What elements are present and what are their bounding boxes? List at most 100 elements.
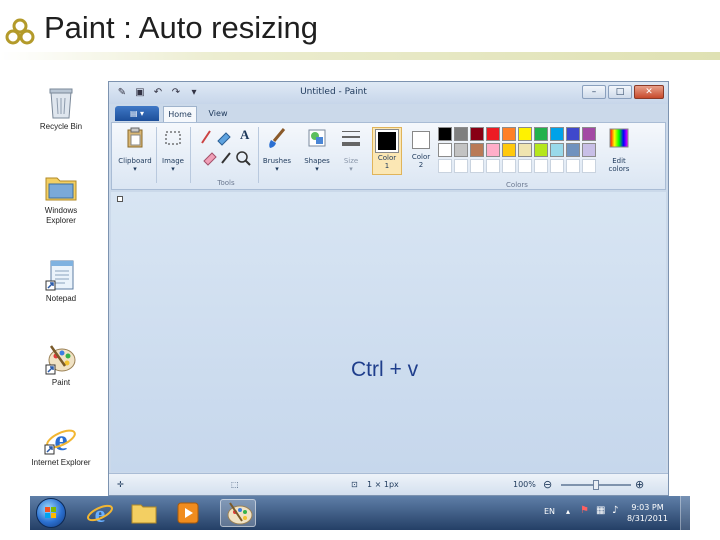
- paint-menu-button[interactable]: ▤ ▾: [115, 106, 159, 121]
- palette-swatch[interactable]: [486, 159, 500, 173]
- close-button[interactable]: ✕: [634, 85, 664, 99]
- show-desktop-button[interactable]: [680, 496, 690, 530]
- brushes-button[interactable]: Brushes ▾: [260, 127, 294, 173]
- palette-swatch[interactable]: [470, 143, 484, 157]
- clipboard-icon: [127, 127, 143, 148]
- palette-swatch[interactable]: [454, 159, 468, 173]
- palette-swatch[interactable]: [438, 159, 452, 173]
- palette-swatch[interactable]: [550, 143, 564, 157]
- folder-icon: [131, 504, 157, 524]
- shapes-button[interactable]: Shapes ▾: [300, 127, 334, 173]
- desktop-icon-recycle-bin[interactable]: Recycle Bin: [30, 86, 92, 132]
- palette-swatch[interactable]: [486, 127, 500, 141]
- palette-swatch[interactable]: [438, 127, 452, 141]
- line-size-icon: [342, 131, 360, 146]
- palette-swatch[interactable]: [454, 143, 468, 157]
- text-tool-icon[interactable]: A: [240, 127, 249, 143]
- palette-swatch[interactable]: [566, 127, 580, 141]
- desktop-icon-windows-explorer[interactable]: Windows Explorer: [30, 170, 92, 226]
- volume-icon[interactable]: ♪: [612, 505, 618, 516]
- palette-swatch[interactable]: [566, 159, 580, 173]
- taskbar-paint[interactable]: [220, 499, 256, 527]
- status-bar: ✛ ⬚ ⊡ 1 × 1px 100% ⊖ ⊕: [109, 473, 668, 495]
- slide-header: Paint : Auto resizing: [0, 0, 720, 62]
- palette-swatch[interactable]: [502, 159, 516, 173]
- title-bar[interactable]: ✎ ▣ ↶ ↷ ▾ Untitled - Paint – □ ✕: [109, 82, 668, 104]
- taskbar-media-player[interactable]: [170, 499, 206, 527]
- start-button[interactable]: [36, 498, 66, 528]
- system-tray: EN ▴ ⚑ ▦ ♪ 9:03 PM 8/31/2011: [540, 496, 690, 530]
- brush-icon: [269, 128, 286, 148]
- zoom-out-button[interactable]: ⊖: [543, 478, 552, 491]
- palette-swatch[interactable]: [582, 127, 596, 141]
- palette-swatch[interactable]: [470, 159, 484, 173]
- paint-palette-icon: [227, 502, 253, 525]
- ribbon-separator: [258, 127, 259, 183]
- palette-swatch[interactable]: [534, 159, 548, 173]
- palette-swatch[interactable]: [550, 127, 564, 141]
- palette-swatch[interactable]: [502, 127, 516, 141]
- color-2-swatch: [412, 131, 430, 149]
- trefoil-icon: [5, 18, 35, 45]
- notepad-icon: [45, 260, 74, 291]
- zoom-level: 100%: [513, 480, 536, 489]
- network-icon[interactable]: ▦: [596, 505, 605, 516]
- zoom-slider-thumb[interactable]: [593, 480, 599, 490]
- taskbar-windows-explorer[interactable]: [126, 499, 162, 527]
- palette-swatch[interactable]: [486, 143, 500, 157]
- palette-swatch[interactable]: [566, 143, 580, 157]
- window-controls: – □ ✕: [582, 85, 664, 99]
- image-dropdown-icon: ▾: [171, 165, 175, 173]
- image-button[interactable]: Image ▾: [158, 127, 188, 173]
- palette-swatch[interactable]: [582, 143, 596, 157]
- shapes-icon: [308, 129, 326, 147]
- canvas-area[interactable]: Ctrl + v: [111, 192, 666, 472]
- color-1-button[interactable]: Color 1: [372, 127, 402, 175]
- maximize-button[interactable]: □: [608, 85, 632, 99]
- action-center-icon[interactable]: ⚑: [580, 505, 589, 516]
- desktop-icon-notepad[interactable]: Notepad: [30, 258, 92, 304]
- palette-swatch[interactable]: [518, 159, 532, 173]
- tab-home[interactable]: Home: [163, 106, 197, 122]
- color-spectrum-icon: [609, 128, 629, 148]
- media-player-icon: [177, 502, 199, 524]
- selection-size-icon: ⬚: [231, 480, 239, 489]
- language-indicator[interactable]: EN: [544, 507, 555, 516]
- palette-swatch[interactable]: [518, 143, 532, 157]
- tray-expand-icon[interactable]: ▴: [566, 507, 570, 516]
- palette-swatch[interactable]: [470, 127, 484, 141]
- shapes-dropdown-icon: ▾: [315, 165, 319, 173]
- palette-swatch[interactable]: [438, 143, 452, 157]
- ribbon-separator: [190, 127, 191, 183]
- title-underline: [0, 52, 720, 60]
- palette-swatch[interactable]: [534, 127, 548, 141]
- color-2-button[interactable]: Color 2: [406, 127, 436, 169]
- svg-text:e: e: [54, 424, 67, 456]
- brushes-dropdown-icon: ▾: [275, 165, 279, 173]
- edit-colors-button[interactable]: Edit colors: [602, 127, 636, 173]
- desktop-icon-paint[interactable]: Paint: [30, 342, 92, 388]
- palette-swatch[interactable]: [582, 159, 596, 173]
- desktop: Recycle Bin Windows Explorer Notepad Pai…: [30, 78, 108, 496]
- clock[interactable]: 9:03 PM 8/31/2011: [627, 502, 668, 524]
- size-dropdown-icon: ▾: [349, 165, 353, 173]
- taskbar-internet-explorer[interactable]: e: [82, 499, 118, 528]
- ribbon: Clipboard ▾ Image ▾ A Tools Brushes ▾ Sh…: [111, 122, 666, 190]
- palette-swatch[interactable]: [454, 127, 468, 141]
- size-button[interactable]: Size ▾: [336, 127, 366, 173]
- palette-swatch[interactable]: [502, 143, 516, 157]
- desktop-icon-internet-explorer[interactable]: e Internet Explorer: [30, 422, 92, 468]
- palette-swatch[interactable]: [534, 143, 548, 157]
- zoom-in-button[interactable]: ⊕: [635, 478, 644, 491]
- canvas-resize-handle[interactable]: [117, 196, 123, 202]
- internet-explorer-icon: e: [87, 502, 113, 528]
- tab-view[interactable]: View: [201, 106, 235, 122]
- paint-palette-icon: [45, 345, 76, 375]
- palette-swatch[interactable]: [518, 127, 532, 141]
- canvas-size-value: 1 × 1px: [367, 480, 399, 489]
- canvas-size-icon: ⊡: [351, 480, 358, 489]
- palette-swatch[interactable]: [550, 159, 564, 173]
- minimize-button[interactable]: –: [582, 85, 606, 99]
- zoom-slider[interactable]: [561, 480, 631, 490]
- clipboard-button[interactable]: Clipboard ▾: [116, 127, 154, 173]
